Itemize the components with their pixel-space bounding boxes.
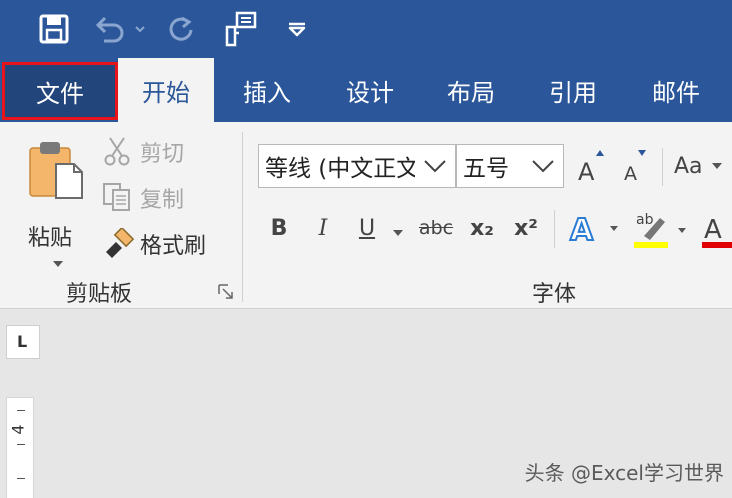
tab-mailings[interactable]: 邮件	[624, 58, 728, 122]
grow-font-icon: A	[578, 150, 604, 186]
change-case-button[interactable]: Aa	[674, 148, 732, 184]
font-name-value: 等线 (中文正文)	[265, 156, 415, 182]
touch-mode-button[interactable]	[220, 8, 260, 50]
customize-qat-button[interactable]	[282, 14, 312, 44]
tab-stop-icon: L	[17, 332, 28, 351]
font-size-select[interactable]: 五号	[456, 144, 564, 188]
ruler-number: 4	[8, 424, 28, 435]
tab-insert[interactable]: 插入	[214, 58, 320, 122]
format-painter-label: 格式刷	[140, 234, 207, 259]
shrink-font-icon: A	[624, 150, 646, 185]
font-group-label: 字体	[532, 282, 577, 307]
quick-access-toolbar	[0, 0, 732, 58]
cut-label: 剪切	[140, 142, 185, 167]
copy-button[interactable]: 复制	[102, 180, 196, 214]
group-separator	[242, 132, 243, 302]
text-effects-button[interactable]: A	[568, 208, 624, 249]
font-color-icon: A	[702, 215, 732, 248]
tab-references[interactable]: 引用	[522, 58, 624, 122]
strikethrough-button[interactable]: abc	[414, 210, 458, 246]
shrink-font-button[interactable]: A	[618, 146, 654, 186]
clipboard-group-label: 剪贴板	[66, 282, 133, 307]
undo-icon	[95, 16, 124, 43]
font-separator	[554, 210, 555, 248]
paste-label: 粘贴	[28, 226, 73, 251]
clipboard-dialog-launcher[interactable]	[218, 284, 234, 300]
format-painter-icon	[106, 228, 134, 258]
touch-mode-icon	[225, 11, 257, 47]
chevron-down-icon	[415, 145, 455, 187]
dialog-launcher-icon	[218, 284, 233, 299]
superscript-button[interactable]: x²	[508, 210, 544, 246]
ruler-tick	[17, 444, 25, 445]
cut-button[interactable]: 剪切	[102, 134, 196, 168]
save-icon	[39, 14, 69, 44]
undo-dropdown[interactable]	[132, 16, 148, 42]
undo-button[interactable]	[92, 12, 128, 46]
font-color-button[interactable]: A	[700, 206, 732, 250]
svg-text:A: A	[624, 163, 637, 185]
ruler-tick	[17, 478, 25, 479]
font-name-select[interactable]: 等线 (中文正文)	[258, 144, 456, 188]
watermark: 头条 @Excel学习世界	[524, 461, 724, 485]
underline-dropdown[interactable]	[392, 222, 408, 236]
document-area: L 4 头条 @Excel学习世界	[0, 308, 732, 498]
svg-text:A: A	[704, 215, 722, 245]
tab-design[interactable]: 设计	[320, 58, 420, 122]
highlight-button[interactable]: ab	[630, 206, 692, 250]
svg-text:ab: ab	[636, 212, 654, 228]
font-size-value: 五号	[463, 156, 509, 182]
italic-button[interactable]: I	[306, 210, 340, 246]
chevron-down-icon	[135, 26, 145, 33]
tab-home[interactable]: 开始	[118, 58, 214, 122]
scissors-icon	[104, 137, 130, 166]
copy-label: 复制	[140, 188, 185, 213]
font-separator	[662, 148, 663, 186]
subscript-button[interactable]: x₂	[464, 210, 500, 246]
ribbon-tabs: 文件 开始 插入 设计 布局 引用 邮件	[0, 58, 732, 122]
chevron-down-icon	[523, 145, 563, 187]
grow-font-button[interactable]: A	[574, 146, 610, 186]
save-button[interactable]	[34, 10, 74, 48]
copy-icon	[103, 183, 130, 211]
ribbon: 粘贴 剪切 复制 格式刷 剪贴板 等线 (中文正文) 五号 A A Aa B I…	[0, 122, 732, 308]
change-case-label: Aa	[674, 153, 703, 179]
redo-button[interactable]	[162, 10, 200, 48]
redo-icon	[169, 16, 193, 41]
svg-text:A: A	[578, 158, 595, 186]
highlighter-icon: ab	[634, 212, 686, 248]
underline-button[interactable]: U	[350, 210, 384, 246]
chevron-down-icon	[393, 230, 403, 236]
format-painter-button[interactable]: 格式刷	[102, 226, 218, 260]
chevron-down-icon	[53, 261, 63, 267]
paste-button[interactable]: 粘贴	[22, 140, 88, 280]
bold-button[interactable]: B	[262, 210, 296, 246]
ruler-tick	[17, 410, 25, 411]
vertical-ruler: 4	[6, 397, 34, 498]
text-effects-icon: A	[569, 212, 618, 249]
paste-icon	[29, 142, 83, 199]
svg-text:A: A	[570, 213, 594, 248]
tab-layout[interactable]: 布局	[420, 58, 522, 122]
chevron-down-icon	[711, 163, 722, 169]
customize-icon	[288, 22, 306, 37]
tab-selector-button[interactable]: L	[6, 325, 40, 359]
tab-file[interactable]: 文件	[2, 62, 118, 120]
